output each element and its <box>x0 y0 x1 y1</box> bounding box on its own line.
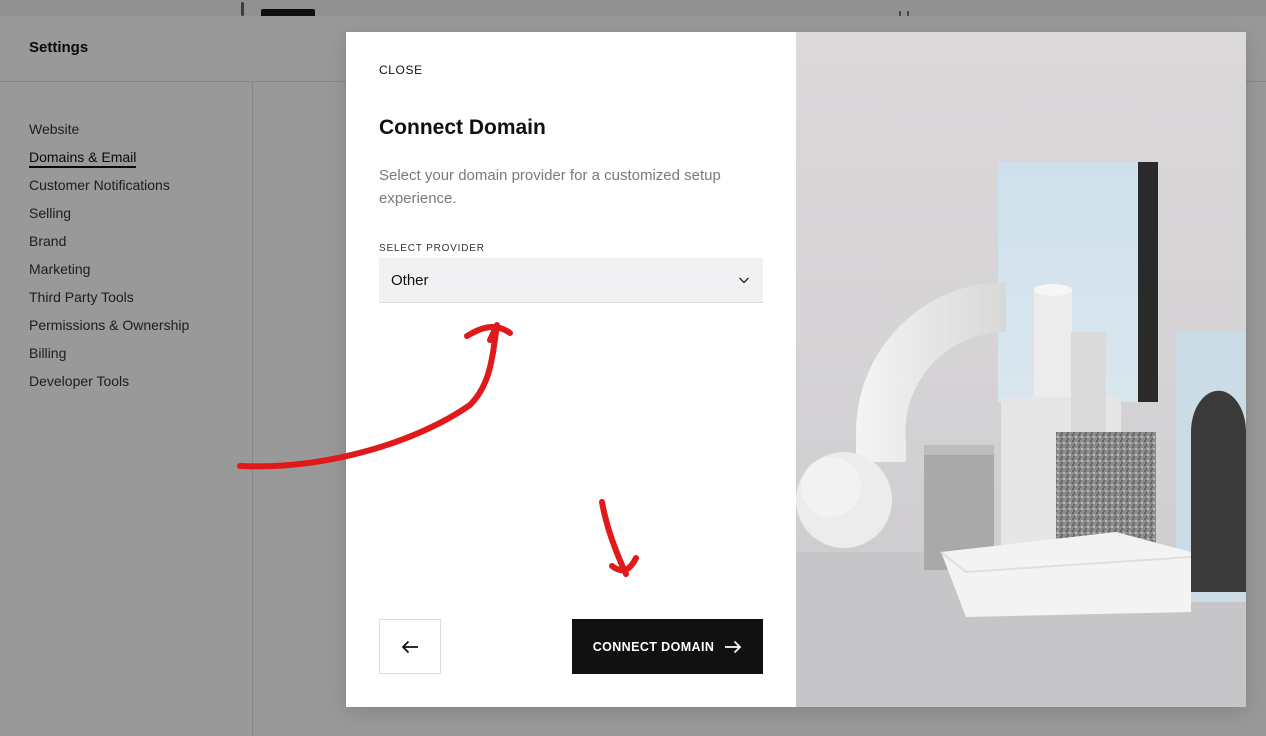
modal-title: Connect Domain <box>379 116 546 139</box>
arrow-right-icon <box>725 640 742 653</box>
modal-form-panel: CLOSE Connect Domain Select your domain … <box>346 32 796 707</box>
connect-domain-modal: CLOSE Connect Domain Select your domain … <box>346 32 1246 707</box>
provider-select[interactable]: Other <box>379 258 763 303</box>
modal-description: Select your domain provider for a custom… <box>379 167 721 207</box>
hero-image <box>796 32 1246 707</box>
provider-field-label: SELECT PROVIDER <box>379 243 485 254</box>
back-button[interactable] <box>379 619 441 674</box>
connect-domain-button[interactable]: CONNECT DOMAIN <box>572 619 763 674</box>
arrow-left-icon <box>401 640 418 653</box>
chevron-down-icon <box>738 277 750 284</box>
close-button[interactable]: CLOSE <box>379 63 423 77</box>
connect-domain-label: CONNECT DOMAIN <box>592 639 715 654</box>
sculpture-illustration <box>796 162 1246 707</box>
provider-select-value: Other <box>391 271 429 289</box>
